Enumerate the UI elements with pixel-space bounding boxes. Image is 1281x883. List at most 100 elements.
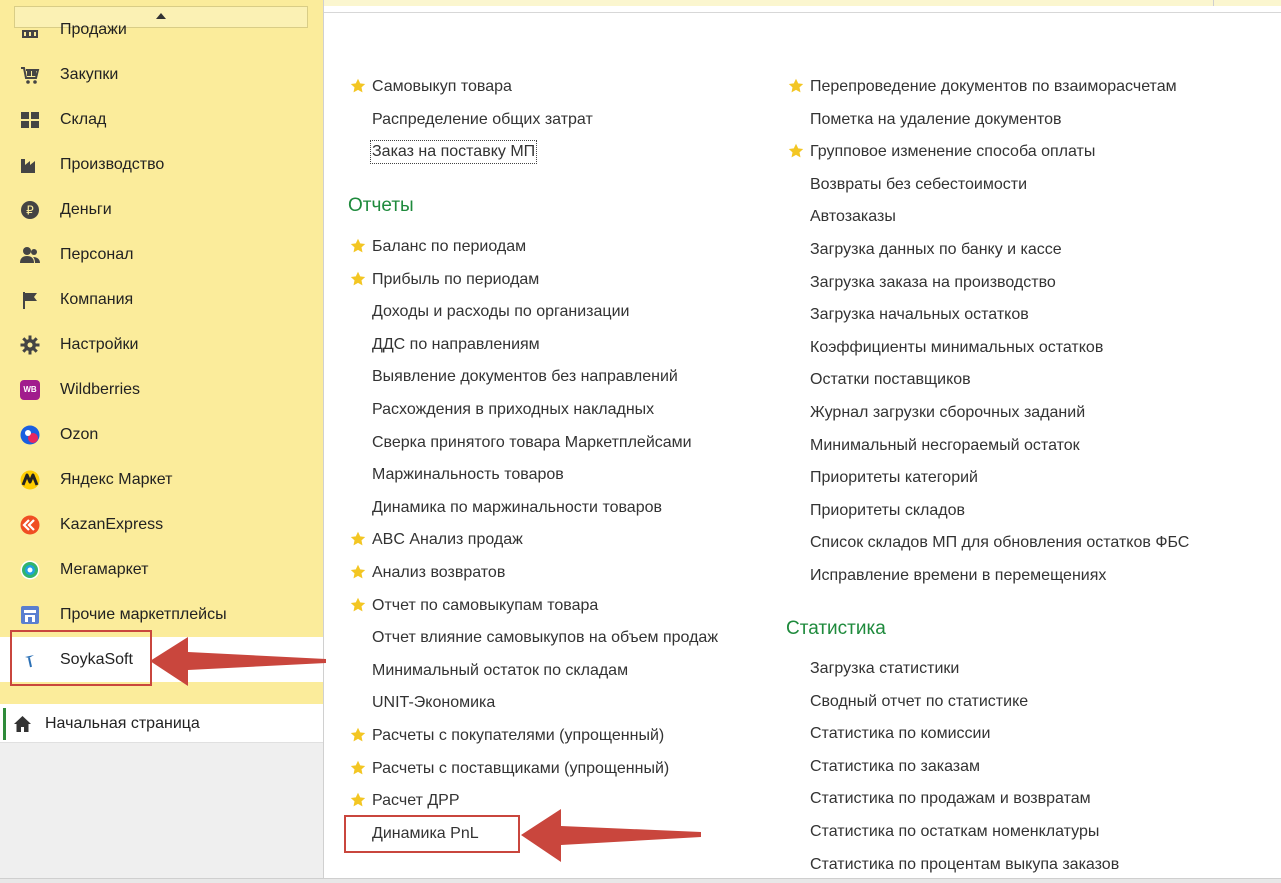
gear-icon	[20, 335, 40, 355]
section-title-reports: Отчеты	[348, 195, 414, 216]
report-link[interactable]: Расчет ДРР	[372, 791, 460, 811]
sidebar-item-label: Компания	[60, 290, 134, 308]
sidebar-item-label: Настройки	[60, 335, 139, 353]
report-link[interactable]: Маржинальность товаров	[372, 465, 564, 485]
report-link[interactable]: ДДС по направлениям	[372, 335, 540, 355]
report-link[interactable]: Журнал загрузки сборочных заданий	[810, 403, 1085, 423]
sidebar: Продажи Закупки Склад Производство ₽ Ден…	[0, 0, 323, 704]
sidebar-item-label: Прочие маркетплейсы	[60, 605, 227, 623]
sidebar-item-company[interactable]: Компания	[0, 277, 323, 322]
report-link[interactable]: Расчеты с поставщиками (упрощенный)	[372, 759, 669, 779]
sidebar-item-production[interactable]: Производство	[0, 142, 323, 187]
section-title-statistics: Статистика	[786, 618, 886, 639]
annotation-arrow-soykasoft	[150, 637, 326, 686]
report-link[interactable]: Приоритеты складов	[810, 501, 965, 521]
sidebar-item-label: Деньги	[60, 200, 112, 218]
report-link[interactable]: Загрузка данных по банку и кассе	[810, 240, 1062, 260]
report-link[interactable]: Остатки поставщиков	[810, 370, 971, 390]
sidebar-item-warehouse[interactable]: Склад	[0, 97, 323, 142]
report-link[interactable]: Исправление времени в перемещениях	[810, 566, 1106, 586]
star-icon[interactable]	[350, 727, 366, 743]
report-link[interactable]: Загрузка заказа на производство	[810, 273, 1056, 293]
sidebar-item-label: Персонал	[60, 245, 134, 263]
report-link[interactable]: Статистика по продажам и возвратам	[810, 789, 1091, 809]
report-link[interactable]: UNIT-Экономика	[372, 693, 495, 713]
star-icon[interactable]	[350, 760, 366, 776]
report-link[interactable]: Динамика по маржинальности товаров	[372, 498, 662, 518]
report-link[interactable]: Статистика по остаткам номенклатуры	[810, 822, 1099, 842]
sidebar-empty-area	[0, 743, 323, 883]
report-link[interactable]: Возвраты без себестоимости	[810, 175, 1027, 195]
report-link[interactable]: ABC Анализ продаж	[372, 530, 523, 550]
report-link[interactable]: Загрузка начальных остатков	[810, 305, 1029, 325]
report-link[interactable]: Групповое изменение способа оплаты	[810, 142, 1095, 162]
report-link[interactable]: Выявление документов без направлений	[372, 367, 678, 387]
star-icon[interactable]	[350, 564, 366, 580]
report-link[interactable]: Доходы и расходы по организации	[372, 302, 629, 322]
yandex-market-logo-icon	[20, 470, 40, 490]
sidebar-item-label: Мегамаркет	[60, 560, 149, 578]
annotation-highlight-soykasoft	[10, 630, 152, 686]
report-link[interactable]: Статистика по комиссии	[810, 724, 990, 744]
report-link[interactable]: Минимальный остаток по складам	[372, 661, 628, 681]
star-icon[interactable]	[350, 271, 366, 287]
sidebar-item-label: Ozon	[60, 425, 99, 443]
sidebar-item-yandex-market[interactable]: Яндекс Маркет	[0, 457, 323, 502]
factory-icon	[20, 155, 40, 175]
report-link[interactable]: Расчеты с покупателями (упрощенный)	[372, 726, 664, 746]
report-link[interactable]: Расхождения в приходных накладных	[372, 400, 654, 420]
sidebar-item-label: Закупки	[60, 65, 119, 83]
report-link[interactable]: Самовыкуп товара	[372, 77, 512, 97]
report-link[interactable]: Приоритеты категорий	[810, 468, 978, 488]
report-link[interactable]: Прибыль по периодам	[372, 270, 539, 290]
star-icon[interactable]	[788, 143, 804, 159]
sidebar-item-megamarket[interactable]: Мегамаркет	[0, 547, 323, 592]
report-link[interactable]: Анализ возвратов	[372, 563, 505, 583]
wildberries-badge-text: WB	[23, 384, 37, 394]
sidebar-item-label: Яндекс Маркет	[60, 470, 173, 488]
home-page-tab[interactable]: Начальная страница	[0, 705, 323, 743]
svg-text:₽: ₽	[26, 203, 34, 217]
report-link[interactable]: Распределение общих затрат	[372, 110, 593, 130]
report-link[interactable]: Заказ на поставку МП	[369, 140, 538, 165]
sidebar-item-kazanexpress[interactable]: KazanExpress	[0, 502, 323, 547]
report-link[interactable]: Отчет влияние самовыкупов на объем прода…	[372, 628, 718, 648]
star-icon[interactable]	[350, 78, 366, 94]
report-link[interactable]: Баланс по периодам	[372, 237, 526, 257]
purchases-icon	[20, 65, 40, 85]
star-icon[interactable]	[350, 792, 366, 808]
report-link[interactable]: Перепроведение документов по взаиморасче…	[810, 77, 1177, 97]
report-link[interactable]: Сводный отчет по статистике	[810, 692, 1028, 712]
star-icon[interactable]	[350, 238, 366, 254]
sidebar-item-settings[interactable]: Настройки	[0, 322, 323, 367]
sidebar-item-money[interactable]: ₽ Деньги	[0, 187, 323, 232]
panel-divider	[323, 0, 324, 883]
sidebar-item-ozon[interactable]: Ozon	[0, 412, 323, 457]
report-link[interactable]: Отчет по самовыкупам товара	[372, 596, 598, 616]
report-link[interactable]: Статистика по процентам выкупа заказов	[810, 855, 1119, 875]
report-link[interactable]: Автозаказы	[810, 207, 896, 227]
report-link[interactable]: Сверка принятого товара Маркетплейсами	[372, 433, 692, 453]
report-link[interactable]: Загрузка статистики	[810, 659, 959, 679]
store-icon	[20, 605, 40, 625]
sidebar-item-label: KazanExpress	[60, 515, 164, 533]
star-icon[interactable]	[350, 597, 366, 613]
kazanexpress-logo-icon	[20, 515, 40, 535]
flag-icon	[20, 290, 40, 310]
report-link[interactable]: Пометка на удаление документов	[810, 110, 1062, 130]
report-link[interactable]: Список складов МП для обновления остатко…	[810, 533, 1189, 553]
ruble-coin-icon: ₽	[20, 200, 40, 220]
sidebar-item-purchases[interactable]: Закупки	[0, 52, 323, 97]
sidebar-item-label: Wildberries	[60, 380, 141, 398]
report-link[interactable]: Статистика по заказам	[810, 757, 980, 777]
annotation-highlight-pnl	[344, 815, 520, 853]
star-icon[interactable]	[788, 78, 804, 94]
sidebar-item-personnel[interactable]: Персонал	[0, 232, 323, 277]
sidebar-item-wildberries[interactable]: WB Wildberries	[0, 367, 323, 412]
report-link[interactable]: Коэффициенты минимальных остатков	[810, 338, 1103, 358]
report-link[interactable]: Минимальный несгораемый остаток	[810, 436, 1080, 456]
sidebar-item-sales[interactable]: Продажи	[0, 7, 323, 52]
sales-icon	[20, 20, 40, 40]
home-icon	[14, 716, 31, 732]
star-icon[interactable]	[350, 531, 366, 547]
